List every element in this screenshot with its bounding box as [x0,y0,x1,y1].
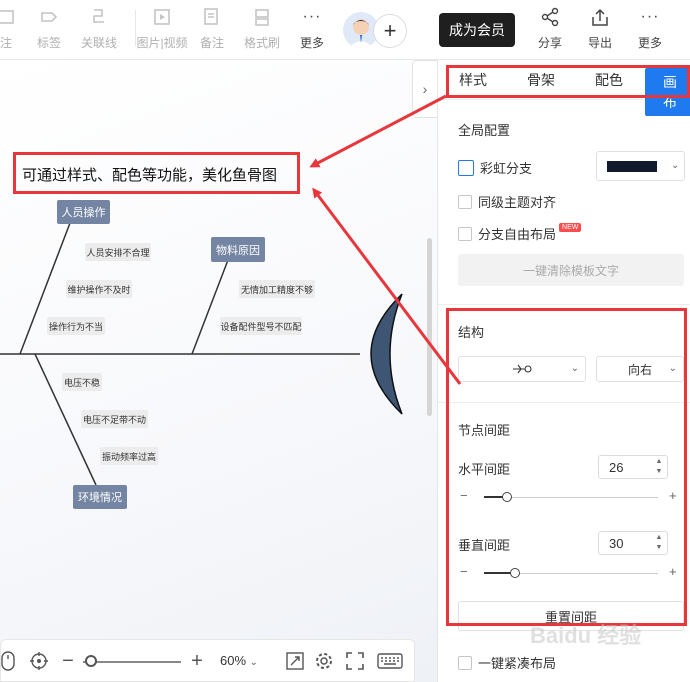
subtopic-node[interactable]: 无情加工精度不够 [239,280,315,298]
topic-node[interactable]: 物料原因 [211,237,265,262]
share-icon [539,6,561,28]
zoom-level-text: 60% [220,653,247,668]
zoom-slider-handle[interactable] [85,655,97,667]
subtopic-node[interactable]: 电压不足带不动 [81,410,148,428]
toolbar-tag-label: 标签 [36,36,61,50]
free-layout-checkbox[interactable] [458,226,472,241]
more-icon: ··· [302,8,322,25]
structure-highlight-box [446,308,687,626]
rainbow-branch-checkbox[interactable] [458,159,474,176]
zoom-slider-track[interactable] [83,661,181,663]
annotation-text: 可通过样式、配色等功能，美化鱼骨图 [22,167,278,184]
toolbar-more-label: 更多 [299,36,324,50]
zoom-level[interactable]: 60% ⌄ [220,653,258,668]
toolbar-more-right-button[interactable]: ··· 更多 [626,6,674,51]
subtopic-node[interactable]: 电压不稳 [62,373,102,391]
toolbar-note-label: 注 [0,36,12,50]
fishbone-head[interactable] [370,293,403,415]
rainbow-branch-option[interactable]: 彩虹分支 [458,158,532,177]
mouse-mode-icon[interactable] [0,650,19,672]
new-badge: NEW [559,223,582,232]
toolbar-export-button[interactable]: 导出 [576,6,624,51]
export-icon [589,6,611,28]
subtopic-node[interactable]: 设备配件型号不匹配 [220,317,302,335]
align-siblings-checkbox[interactable] [458,194,472,209]
toolbar-more-button[interactable]: ··· 更多 [288,6,336,51]
plus-icon: + [383,18,397,43]
relation-line-icon [88,6,110,28]
become-member-button[interactable]: 成为会员 [439,13,515,47]
toolbar-image-button[interactable]: 图片|视频 [136,6,188,51]
toolbar-relation-button[interactable]: 关联线 [75,6,123,51]
minus-icon: − [62,649,74,672]
plus-icon: + [191,649,203,672]
panel-collapse-toggle[interactable]: › [412,60,437,118]
bone-upper-right [191,259,229,355]
more-icon: ··· [640,8,660,25]
watermark-logo: Baidu 经验 [530,623,642,648]
color-swatch [607,161,657,172]
toolbar-share-label: 分享 [537,36,562,50]
toolbar-format-brush-button[interactable]: 格式刷 [238,6,286,51]
subtopic-node[interactable]: 人员安排不合理 [85,243,151,261]
compact-layout-option[interactable]: 一键紧凑布局 [458,653,556,672]
branch-color-select[interactable]: ⌄ [596,151,685,181]
image-video-icon [151,6,173,28]
zoom-in-button[interactable]: + [186,650,208,672]
topic-node[interactable]: 人员操作 [57,200,110,224]
section-divider [438,304,690,305]
toolbar-relation-label: 关联线 [80,36,117,50]
top-toolbar: 注 标签 关联线 图片|视频 备注 格式刷 ··· 更多 + 成为会员 分享 导… [0,0,690,60]
compact-layout-checkbox[interactable] [458,655,472,670]
toolbar-format-brush-label: 格式刷 [243,36,280,50]
topic-node[interactable]: 环境情况 [73,485,127,509]
canvas-bottom-bar: − + 60% ⌄ [0,639,415,682]
fit-screen-icon[interactable] [284,650,306,672]
format-brush-icon [251,6,273,28]
chevron-down-icon: ⌄ [249,657,259,668]
locate-center-icon[interactable] [28,650,50,672]
zoom-out-button[interactable]: − [57,650,79,672]
canvas-scrollbar[interactable] [427,238,432,416]
free-layout-label: 分支自由布局 [478,227,557,242]
chevron-right-icon: › [422,81,428,97]
keyboard-shortcuts-icon[interactable] [377,650,403,672]
chevron-down-icon: ⌄ [671,160,680,171]
tag-icon [38,6,60,28]
toolbar-export-label: 导出 [587,36,612,50]
compact-layout-label: 一键紧凑布局 [478,656,557,671]
memo-icon [201,6,223,28]
note-icon [0,6,17,28]
subtopic-node[interactable]: 操作行为不当 [47,317,105,335]
rainbow-branch-label: 彩虹分支 [480,161,533,176]
toolbar-image-label: 图片|视频 [136,36,188,50]
tabs-highlight-box [446,65,690,98]
free-layout-option[interactable]: 分支自由布局 NEW [458,223,582,243]
subtopic-node[interactable]: 振动频率过高 [100,447,158,465]
add-collaborator-button[interactable]: + [373,14,407,48]
toolbar-memo-button[interactable]: 备注 [188,6,236,51]
align-siblings-option[interactable]: 同级主题对齐 [458,192,556,211]
global-config-title: 全局配置 [458,123,511,138]
toolbar-share-button[interactable]: 分享 [526,6,574,51]
toolbar-tag-button[interactable]: 标签 [25,6,73,51]
toolbar-memo-label: 备注 [199,36,224,50]
align-siblings-label: 同级主题对齐 [478,195,557,210]
toolbar-more-right-label: 更多 [637,36,662,50]
fullscreen-icon[interactable] [344,650,366,672]
clear-template-text-button[interactable]: 一键清除模板文字 [458,254,684,286]
subtopic-node[interactable]: 维护操作不及时 [66,280,132,298]
settings-gear-icon[interactable] [313,650,335,672]
